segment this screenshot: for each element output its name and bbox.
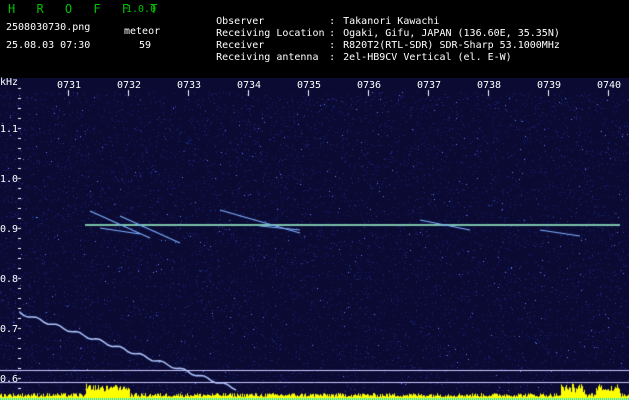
freq-tick: 1.0 bbox=[0, 174, 19, 185]
freq-tick: 1.1 bbox=[0, 124, 19, 135]
time-tick: 0738 bbox=[477, 80, 502, 91]
time-tick: 0737 bbox=[417, 80, 442, 91]
file-name: 2508030730.png bbox=[6, 22, 91, 33]
time-tick: 0736 bbox=[357, 80, 382, 91]
meteor-count: 59 bbox=[139, 40, 152, 51]
spectrogram-canvas bbox=[0, 78, 629, 400]
info-sep: : bbox=[329, 28, 336, 39]
freq-unit-label: kHz bbox=[0, 77, 19, 88]
time-tick: 0733 bbox=[177, 80, 202, 91]
header-panel: H R O F F T 1.0.0 2508030730.png 25.08.0… bbox=[0, 0, 629, 78]
time-tick: 0731 bbox=[57, 80, 82, 91]
info-sep: : bbox=[329, 52, 336, 63]
info-sep: : bbox=[329, 16, 336, 27]
app-version: 1.0.0 bbox=[126, 4, 157, 15]
info-value: Ogaki, Gifu, JAPAN (136.60E, 35.35N) bbox=[343, 28, 560, 39]
date-time: 25.08.03 07:30 bbox=[6, 40, 91, 51]
freq-tick: 0.7 bbox=[0, 324, 19, 335]
time-tick: 0732 bbox=[117, 80, 142, 91]
freq-tick: 0.6 bbox=[0, 374, 19, 385]
info-key: Receiving Location bbox=[216, 28, 325, 39]
station-info: Observer: Takanori Kawachi Receiving Loca… bbox=[180, 4, 560, 63]
spectrogram-plot: 0731 0732 0733 0734 0735 0736 0737 0738 … bbox=[0, 78, 629, 400]
freq-tick: 0.9 bbox=[0, 224, 19, 235]
info-value: 2el-HB9CV Vertical (el. E-W) bbox=[343, 52, 512, 63]
freq-tick: 0.8 bbox=[0, 274, 19, 285]
time-tick: 0739 bbox=[537, 80, 562, 91]
meteor-label: meteor bbox=[124, 26, 161, 37]
time-tick: 0740 bbox=[597, 80, 622, 91]
info-key: Observer bbox=[216, 16, 265, 27]
info-sep: : bbox=[329, 40, 336, 51]
info-observer: Observer: Takanori Kawachi bbox=[180, 4, 560, 27]
time-tick: 0734 bbox=[237, 80, 262, 91]
info-value: Takanori Kawachi bbox=[343, 16, 440, 27]
info-value: R820T2(RTL-SDR) SDR-Sharp 53.1000MHz bbox=[343, 40, 560, 51]
time-tick: 0735 bbox=[297, 80, 322, 91]
info-key: Receiver bbox=[216, 40, 265, 51]
info-key: Receiving antenna bbox=[216, 52, 319, 63]
